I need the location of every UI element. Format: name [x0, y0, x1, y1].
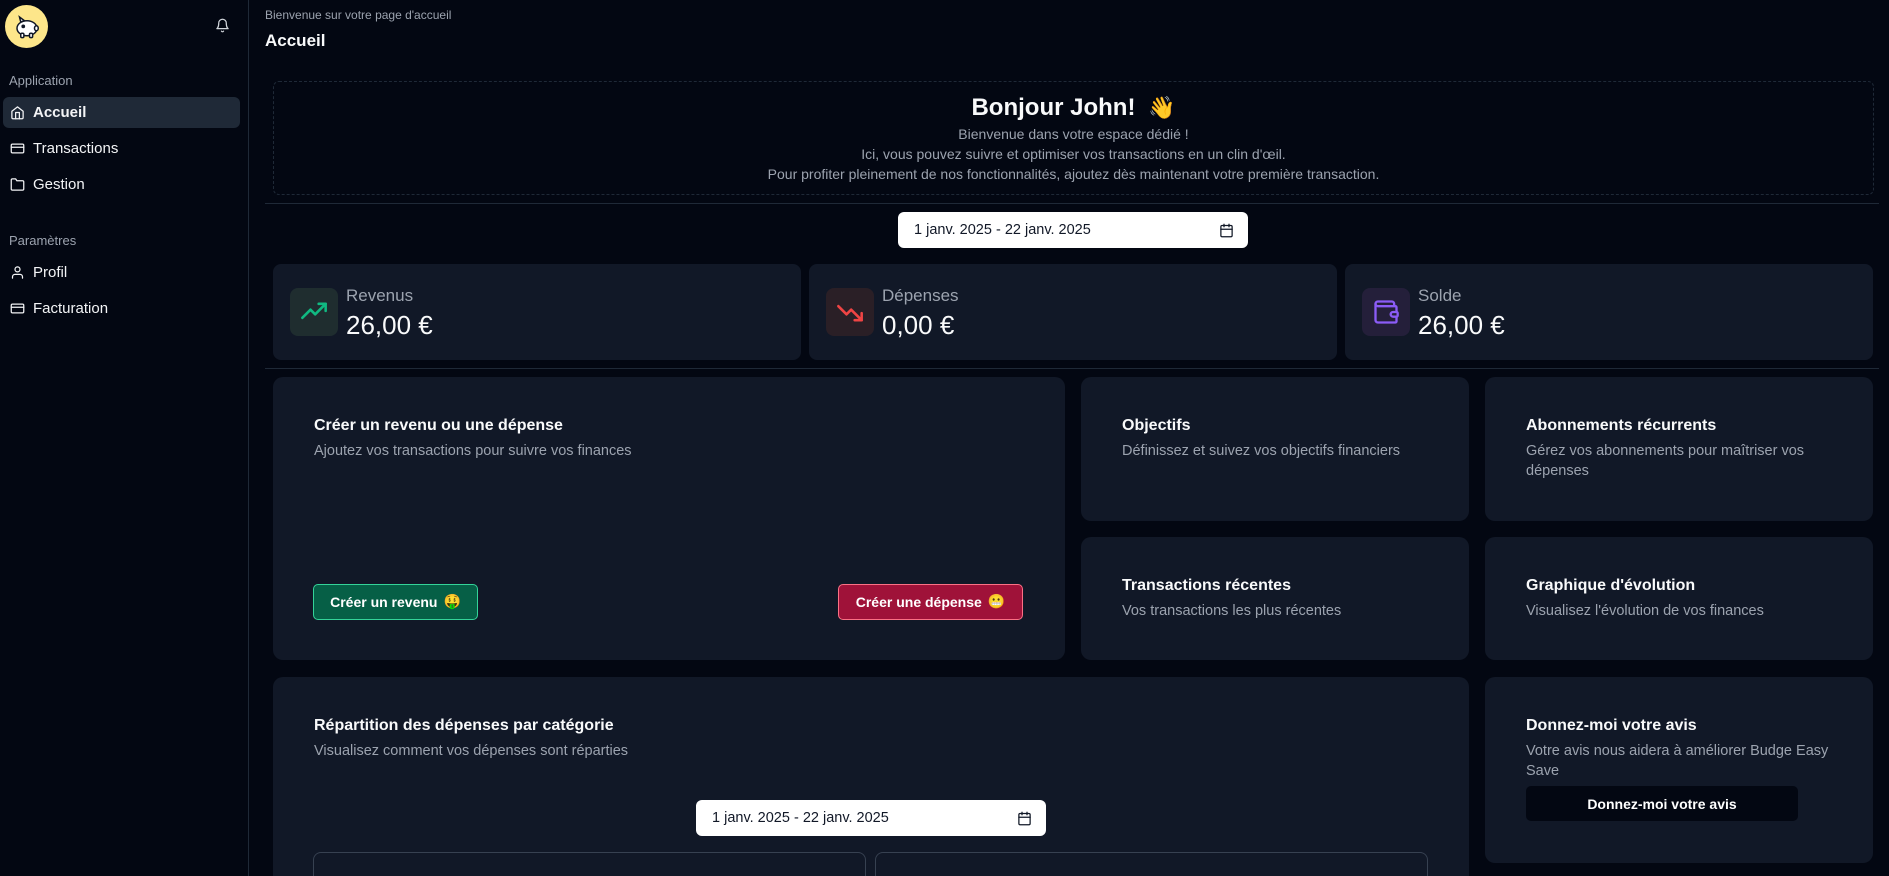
section-label-application: Application — [9, 73, 73, 88]
chart-panel — [313, 852, 866, 876]
home-icon — [11, 106, 24, 120]
card-title: Abonnements récurrents — [1526, 417, 1717, 434]
sidebar-item-accueil[interactable]: Accueil — [3, 97, 240, 128]
sidebar-item-facturation[interactable]: Facturation — [3, 293, 240, 324]
welcome-line: Bienvenue dans votre espace dédié ! — [958, 126, 1189, 142]
welcome-line: Ici, vous pouvez suivre et optimiser vos… — [861, 146, 1286, 162]
wallet-icon — [1362, 288, 1410, 336]
expense-breakdown-card: Répartition des dépenses par catégorie V… — [273, 677, 1469, 876]
card-description: Votre avis nous aidera à améliorer Budge… — [1526, 743, 1829, 779]
feedback-button[interactable]: Donnez-moi votre avis — [1526, 786, 1798, 821]
sidebar-item-label: Accueil — [33, 104, 87, 121]
card-icon — [10, 143, 25, 154]
calendar-icon — [1018, 811, 1031, 825]
card-title: Donnez-moi votre avis — [1526, 717, 1697, 734]
stat-card-revenus: Revenus 26,00 € — [273, 264, 801, 360]
create-expense-button[interactable]: Créer une dépense 😬 — [838, 584, 1023, 620]
trending-down-icon — [826, 288, 874, 336]
stat-label: Solde — [1418, 286, 1462, 305]
folder-icon — [10, 178, 25, 191]
user-icon — [11, 266, 24, 279]
date-range-value: 1 janv. 2025 - 22 janv. 2025 — [712, 810, 889, 826]
create-income-button[interactable]: Créer un revenu 🤑 — [313, 584, 478, 620]
welcome-banner: Bonjour John! 👋 Bienvenue dans votre esp… — [273, 81, 1874, 195]
stat-value: 26,00 € — [1418, 310, 1505, 340]
card-description: Visualisez comment vos dépenses sont rép… — [314, 743, 629, 759]
create-transaction-card: Créer un revenu ou une dépense Ajoutez v… — [273, 377, 1065, 660]
sidebar-item-label: Transactions — [33, 140, 119, 157]
date-range-value: 1 janv. 2025 - 22 janv. 2025 — [914, 222, 1091, 238]
calendar-icon — [1220, 223, 1233, 237]
card-icon — [10, 303, 25, 314]
page-title: Accueil — [265, 31, 326, 50]
money-face-icon: 🤑 — [443, 594, 461, 610]
feedback-card: Donnez-moi votre avis Votre avis nous ai… — [1485, 677, 1873, 863]
trending-up-icon — [290, 288, 338, 336]
card-description: Vos transactions les plus récentes — [1122, 603, 1342, 619]
bell-icon[interactable] — [212, 15, 232, 35]
sidebar-item-label: Profil — [33, 264, 68, 281]
breadcrumb: Bienvenue sur votre page d'accueil — [265, 8, 452, 22]
subscriptions-card[interactable]: Abonnements récurrents Gérez vos abonnem… — [1485, 377, 1873, 521]
stat-label: Dépenses — [882, 286, 959, 305]
grimace-face-icon: 😬 — [987, 594, 1006, 610]
card-description: Gérez vos abonnements pour maîtriser vos… — [1526, 443, 1805, 479]
waving-hand-icon: 👋 — [1148, 96, 1176, 121]
section-label-parametres: Paramètres — [9, 233, 77, 248]
sidebar-item-label: Facturation — [33, 300, 109, 317]
sidebar-item-transactions[interactable]: Transactions — [3, 133, 240, 164]
card-description: Ajoutez vos transactions pour suivre vos… — [314, 443, 632, 459]
sidebar-item-profil[interactable]: Profil — [3, 257, 240, 288]
stat-value: 26,00 € — [346, 310, 433, 340]
stat-label: Revenus — [346, 286, 414, 305]
sidebar-item-gestion[interactable]: Gestion — [3, 169, 240, 200]
card-title: Objectifs — [1122, 417, 1191, 434]
divider — [265, 203, 1879, 204]
objectives-card[interactable]: Objectifs Définissez et suivez vos objec… — [1081, 377, 1469, 521]
date-range-picker[interactable]: 1 janv. 2025 - 22 janv. 2025 — [898, 212, 1248, 248]
breakdown-date-range-picker[interactable]: 1 janv. 2025 - 22 janv. 2025 — [696, 800, 1046, 836]
piggy-bank-logo-icon[interactable] — [5, 5, 48, 48]
sidebar-item-label: Gestion — [33, 176, 85, 193]
evolution-chart-card[interactable]: Graphique d'évolution Visualisez l'évolu… — [1485, 537, 1873, 660]
card-title: Graphique d'évolution — [1526, 577, 1696, 594]
welcome-line: Pour profiter pleinement de nos fonction… — [767, 166, 1380, 182]
card-description: Visualisez l'évolution de vos finances — [1526, 603, 1764, 619]
chart-panel — [875, 852, 1428, 876]
sidebar: Application Accueil Transactions Gestion… — [0, 0, 249, 876]
stat-value: 0,00 € — [882, 310, 955, 340]
card-description: Définissez et suivez vos objectifs finan… — [1122, 443, 1401, 459]
card-title: Créer un revenu ou une dépense — [314, 417, 563, 434]
recent-transactions-card[interactable]: Transactions récentes Vos transactions l… — [1081, 537, 1469, 660]
stat-card-solde: Solde 26,00 € — [1345, 264, 1873, 360]
divider — [265, 368, 1879, 369]
greeting-heading: Bonjour John! 👋 — [971, 94, 1176, 121]
stat-card-depenses: Dépenses 0,00 € — [809, 264, 1337, 360]
card-title: Transactions récentes — [1122, 577, 1291, 594]
card-title: Répartition des dépenses par catégorie — [314, 717, 614, 734]
